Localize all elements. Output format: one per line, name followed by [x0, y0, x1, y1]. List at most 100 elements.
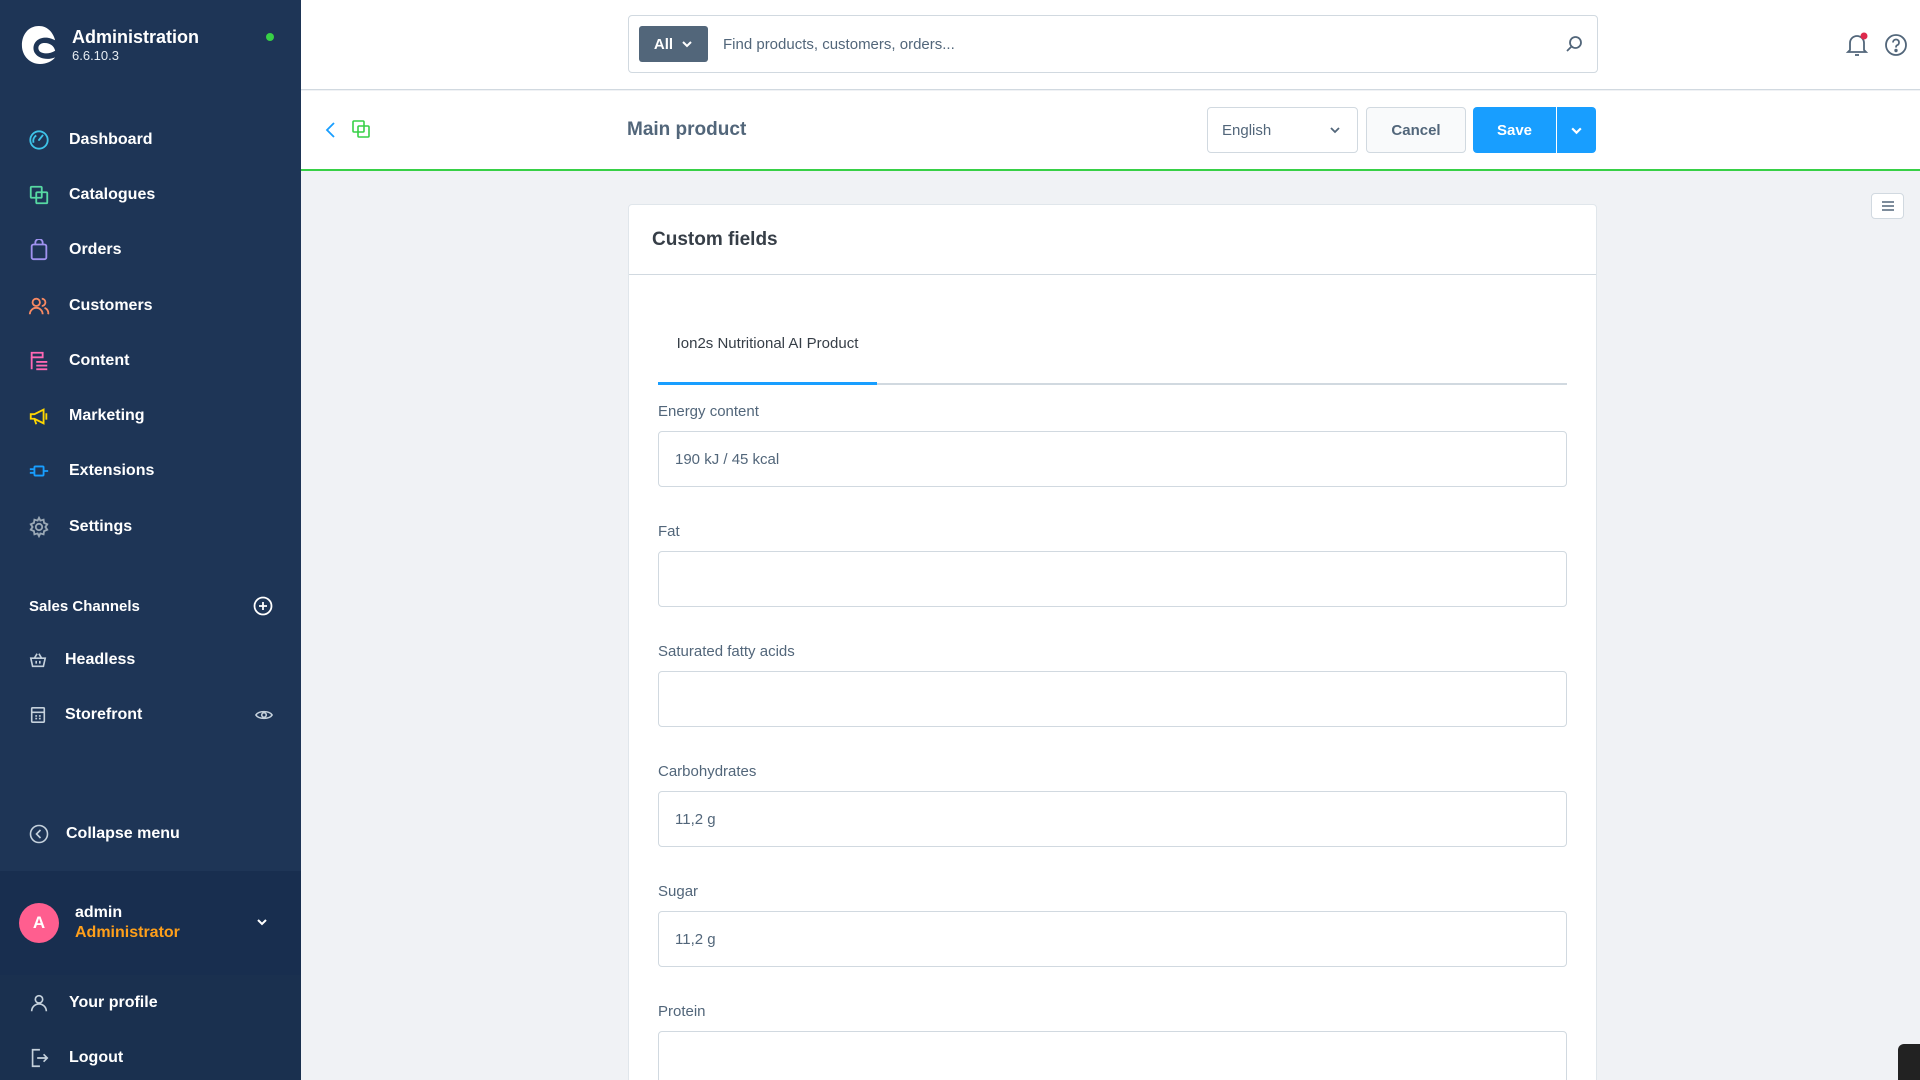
field-saturated-fatty-acids: Saturated fatty acids [658, 643, 1567, 727]
brand: Administration 6.6.10.3 [20, 24, 199, 66]
app-title: Administration [72, 27, 200, 47]
field-label: Fat [658, 523, 680, 540]
search-input[interactable] [723, 35, 1565, 53]
customers-icon [28, 297, 50, 314]
sales-channel-label: Storefront [65, 706, 143, 723]
nav-label: Settings [69, 517, 133, 535]
logout-link[interactable]: Logout [0, 1030, 301, 1080]
custom-field-set-tabs: Ion2s Nutritional AI Product [658, 315, 1567, 385]
chevron-down-icon [1330, 127, 1340, 134]
content-icon [30, 351, 48, 370]
carbohydrates-input[interactable] [658, 791, 1567, 847]
language-switch[interactable]: English [1207, 107, 1358, 153]
app-version: 6.6.10.3 [72, 48, 119, 63]
orders-icon [30, 239, 48, 261]
settings-icon [29, 515, 49, 538]
chevron-down-icon[interactable] [255, 915, 269, 929]
field-carbohydrates: Carbohydrates [658, 763, 1567, 847]
nav-label: Marketing [69, 407, 145, 425]
user-name: admin [75, 904, 123, 921]
marketing-icon [29, 408, 48, 425]
your-profile-link[interactable]: Your profile [0, 975, 301, 1030]
storefront-icon [30, 706, 46, 724]
user-icon [30, 994, 48, 1011]
sidebar: Administration 6.6.10.3 Dashboard Catalo… [0, 0, 301, 1080]
nav-item-orders[interactable]: Orders [0, 223, 301, 278]
nav-item-marketing[interactable]: Marketing [0, 388, 301, 443]
duplicate-icon[interactable] [351, 119, 371, 139]
chevron-down-icon [682, 41, 692, 48]
global-search: All [628, 15, 1598, 73]
energy-content-input[interactable] [658, 431, 1567, 487]
save-button[interactable]: Save [1473, 107, 1556, 153]
add-sales-channel-icon[interactable] [253, 596, 273, 616]
avatar: A [19, 903, 59, 943]
sales-channels-header: Sales Channels [29, 596, 273, 616]
logout-label: Logout [69, 1048, 124, 1066]
collapse-menu-label: Collapse menu [66, 825, 180, 842]
card-title: Custom fields [652, 228, 778, 250]
your-profile-label: Your profile [69, 993, 158, 1011]
main-nav: Dashboard Catalogues Orders Customers Co… [0, 112, 301, 554]
nav-item-catalogues[interactable]: Catalogues [0, 167, 301, 222]
field-label: Saturated fatty acids [658, 643, 795, 660]
sales-channel-label: Headless [65, 651, 136, 668]
user-panel[interactable]: A admin Administrator [0, 871, 301, 975]
sales-channel-storefront[interactable]: Storefront [29, 700, 273, 730]
nav-label: Customers [69, 296, 153, 314]
cancel-button[interactable]: Cancel [1366, 107, 1466, 153]
field-label: Energy content [658, 403, 759, 420]
nav-item-dashboard[interactable]: Dashboard [0, 112, 301, 167]
nav-label: Orders [69, 241, 122, 259]
shopware-logo-icon [21, 26, 56, 64]
protein-input[interactable] [658, 1031, 1567, 1080]
nav-label: Catalogues [69, 185, 156, 203]
page-title: Main product [627, 119, 747, 140]
online-status-dot [266, 33, 274, 41]
dashboard-icon [29, 130, 49, 150]
debug-toolbar-icon[interactable] [1898, 1044, 1920, 1080]
logout-icon [31, 1048, 49, 1067]
saturated-fatty-acids-input[interactable] [658, 671, 1567, 727]
save-options-button[interactable] [1557, 107, 1596, 153]
notification-bell-icon[interactable] [1845, 32, 1869, 58]
extensions-icon [29, 465, 49, 477]
field-label: Sugar [658, 883, 699, 900]
menu-icon [1881, 201, 1894, 211]
help-icon[interactable] [1884, 33, 1908, 57]
nav-label: Extensions [69, 462, 155, 480]
nav-item-customers[interactable]: Customers [0, 278, 301, 333]
field-energy-content: Energy content [658, 403, 1567, 487]
search-icon[interactable] [1565, 35, 1583, 53]
fat-input[interactable] [658, 551, 1567, 607]
nav-item-extensions[interactable]: Extensions [0, 444, 301, 499]
nav-item-content[interactable]: Content [0, 333, 301, 388]
search-type-select[interactable]: All [639, 26, 708, 62]
card-header: Custom fields [629, 205, 1596, 275]
nav-label: Dashboard [69, 130, 153, 148]
collapse-menu-button[interactable]: Collapse menu [29, 819, 180, 849]
catalogues-icon [29, 185, 49, 205]
sales-channel-headless[interactable]: Headless [29, 645, 273, 675]
field-sugar: Sugar [658, 883, 1567, 967]
search-type-label: All [653, 35, 674, 53]
user-role: Administrator [75, 924, 180, 941]
nav-item-settings[interactable]: Settings [0, 499, 301, 554]
chevron-down-icon [1571, 127, 1582, 134]
sugar-input[interactable] [658, 911, 1567, 967]
custom-fields-card: Custom fields Ion2s Nutritional AI Produ… [628, 204, 1597, 1080]
nav-label: Content [69, 351, 130, 369]
field-label: Carbohydrates [658, 763, 757, 780]
user-menu: Your profile Logout [0, 975, 301, 1080]
eye-icon[interactable] [255, 706, 273, 724]
main-area: All Main product English Cancel Save Cus… [301, 0, 1920, 1080]
smart-bar: Main product English Cancel Save [301, 91, 1920, 171]
sales-channels-title: Sales Channels [29, 597, 140, 615]
chevron-left-icon[interactable] [323, 120, 339, 140]
top-bar: All [301, 0, 1920, 90]
tab-ion2s-nutritional[interactable]: Ion2s Nutritional AI Product [658, 315, 877, 385]
sidebar-toggle-button[interactable] [1871, 193, 1904, 219]
field-protein: Protein [658, 1003, 1567, 1080]
chevron-left-circle-icon [29, 824, 49, 844]
language-label: English [1222, 121, 1272, 139]
